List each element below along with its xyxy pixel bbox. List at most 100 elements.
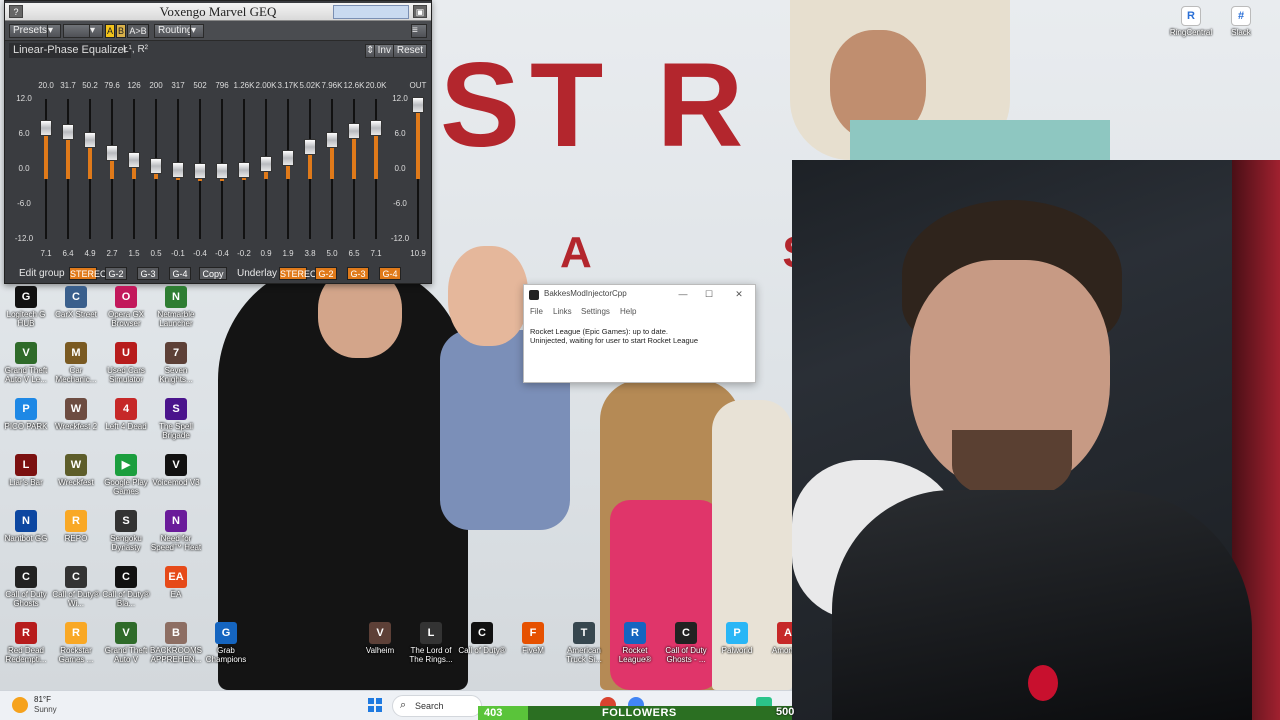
windows-start-icon[interactable] [368, 698, 382, 712]
desktop-icon[interactable]: C CarX Street [50, 286, 102, 319]
eq-band-slider-3[interactable] [84, 95, 96, 245]
underlay-g4-button[interactable]: G-4 [379, 267, 401, 280]
slider-thumb[interactable] [326, 131, 338, 148]
eq-band-slider-16[interactable] [370, 95, 382, 245]
desktop-icon[interactable]: C Call of Duty® Wi... [50, 566, 102, 608]
preset-name-field[interactable] [333, 5, 409, 19]
desktop-icon[interactable]: C Call of Duty® Bla... [100, 566, 152, 608]
weather-temp[interactable]: 81°F [34, 695, 51, 704]
desktop-icon[interactable]: T American Truck Si... [558, 622, 610, 664]
desktop-icon[interactable]: R Rocket League® [609, 622, 661, 664]
reset-button[interactable]: Reset [392, 44, 427, 58]
slider-thumb[interactable] [84, 132, 96, 149]
desktop-icon[interactable]: S The Spell Brigade [150, 398, 202, 440]
eq-band-slider-6[interactable] [150, 95, 162, 245]
menu-help[interactable]: Help [620, 307, 636, 316]
edit-stereo-button[interactable]: STEREO [69, 267, 107, 280]
slider-thumb[interactable] [150, 158, 162, 175]
slider-thumb[interactable] [260, 155, 272, 172]
desktop-icon[interactable]: G Grab Champions [200, 622, 252, 664]
menu-icon[interactable]: ≡ [411, 24, 427, 38]
desktop-icon[interactable]: 4 Left 4 Dead [100, 398, 152, 431]
desktop-icon[interactable]: N Nantbot GG [0, 510, 52, 543]
a-button[interactable]: A [105, 24, 115, 38]
taskbar-search[interactable]: ⌕ Search [392, 695, 482, 717]
desktop-icon[interactable]: V Grand Theft Auto V [100, 622, 152, 664]
desktop-icon[interactable]: P Palworld [711, 622, 763, 655]
desktop-icon[interactable]: W Wreckfest [50, 454, 102, 487]
eq-band-slider-10[interactable] [238, 95, 250, 245]
desktop-icon[interactable]: C Call of Duty Ghosts [0, 566, 52, 608]
eq-band-slider-12[interactable] [282, 95, 294, 245]
maximize-icon[interactable]: ☐ [701, 288, 717, 300]
eq-band-slider-1[interactable] [40, 95, 52, 245]
desktop-icon[interactable]: ▶ Google Play Games [100, 454, 152, 496]
slider-thumb[interactable] [106, 145, 118, 162]
slider-thumb[interactable] [194, 163, 206, 180]
eq-band-slider-13[interactable] [304, 95, 316, 245]
slider-thumb[interactable] [62, 123, 74, 140]
desktop-icon[interactable]: C Call of Duty Ghosts - ... [660, 622, 712, 664]
eq-band-slider-out[interactable] [412, 95, 424, 245]
desktop-icon[interactable]: V Voicemod V3 [150, 454, 202, 487]
close-icon[interactable]: ✕ [731, 288, 747, 300]
b-button[interactable]: B [116, 24, 126, 38]
presets-button[interactable]: Presets [9, 24, 51, 38]
eq-band-slider-8[interactable] [194, 95, 206, 245]
weather-condition[interactable]: Sunny [34, 705, 57, 714]
desktop-icon-ringcentral[interactable]: R RingCentral [1166, 6, 1216, 37]
menu-file[interactable]: File [530, 307, 543, 316]
desktop-icon[interactable]: M Car Mechanic... [50, 342, 102, 384]
weather-sun-icon[interactable] [12, 697, 28, 713]
desktop-icon[interactable]: R Rockstar Games ... [50, 622, 102, 664]
desktop-icon[interactable]: EA EA [150, 566, 202, 599]
desktop-icon[interactable]: S Sengoku Dynasty [100, 510, 152, 552]
window-menu-icon[interactable]: ▣ [413, 5, 427, 18]
eq-band-slider-14[interactable] [326, 95, 338, 245]
slider-thumb[interactable] [282, 149, 294, 166]
presets-dropdown-icon[interactable]: ▾ [47, 24, 61, 38]
slider-thumb[interactable] [172, 161, 184, 178]
desktop-icon[interactable]: R Red Dead Redempti... [0, 622, 52, 664]
slider-thumb[interactable] [370, 119, 382, 136]
routing-dropdown-icon[interactable]: ▾ [190, 24, 204, 38]
desktop-icon[interactable]: N Need for Speed™ Heat [150, 510, 202, 552]
slider-thumb[interactable] [40, 119, 52, 136]
edit-g3-button[interactable]: G-3 [137, 267, 159, 280]
eq-band-slider-2[interactable] [62, 95, 74, 245]
minimize-icon[interactable]: — [675, 288, 691, 300]
inv-button[interactable]: Inv [373, 44, 395, 58]
desktop-icon[interactable]: V Grand Theft Auto V Le... [0, 342, 52, 384]
edit-g2-button[interactable]: G-2 [105, 267, 127, 280]
eq-titlebar[interactable]: ? Voxengo Marvel GEQ ▣ [5, 3, 431, 21]
desktop-icon[interactable]: F FiveM [507, 622, 559, 655]
eq-mode-label[interactable]: Linear-Phase Equalizer [9, 43, 132, 58]
underlay-stereo-button[interactable]: STEREO [279, 267, 317, 280]
preset-slot[interactable] [63, 24, 91, 38]
slider-thumb[interactable] [304, 138, 316, 155]
desktop-icon[interactable]: R REPO [50, 510, 102, 543]
desktop-icon[interactable]: 7 Seven Knights... [150, 342, 202, 384]
copy-button[interactable]: Copy [199, 267, 227, 280]
desktop-icon[interactable]: B BACKROOMS APPREHEN... [150, 622, 202, 664]
desktop-icon[interactable]: G Logitech G HUB [0, 286, 52, 328]
slider-thumb[interactable] [128, 152, 140, 169]
desktop-icon[interactable]: N Netmarble Launcher [150, 286, 202, 328]
slider-thumb[interactable] [216, 163, 228, 180]
slider-thumb[interactable] [238, 162, 250, 179]
underlay-g3-button[interactable]: G-3 [347, 267, 369, 280]
a-to-b-button[interactable]: A>B [127, 24, 149, 38]
eq-band-slider-4[interactable] [106, 95, 118, 245]
bakkes-titlebar[interactable]: BakkesModInjectorCpp — ☐ ✕ [524, 285, 755, 305]
menu-settings[interactable]: Settings [581, 307, 610, 316]
slider-thumb[interactable] [412, 97, 424, 114]
desktop-icon[interactable]: L Liar's Bar [0, 454, 52, 487]
desktop-icon[interactable]: W Wreckfest 2 [50, 398, 102, 431]
slider-thumb[interactable] [348, 123, 360, 140]
desktop-icon[interactable]: O Opera GX Browser [100, 286, 152, 328]
desktop-icon[interactable]: V Valheim [354, 622, 406, 655]
eq-band-slider-15[interactable] [348, 95, 360, 245]
desktop-icon[interactable]: C Call of Duty® [456, 622, 508, 655]
menu-links[interactable]: Links [553, 307, 572, 316]
desktop-icon-slack[interactable]: # Slack [1216, 6, 1266, 37]
